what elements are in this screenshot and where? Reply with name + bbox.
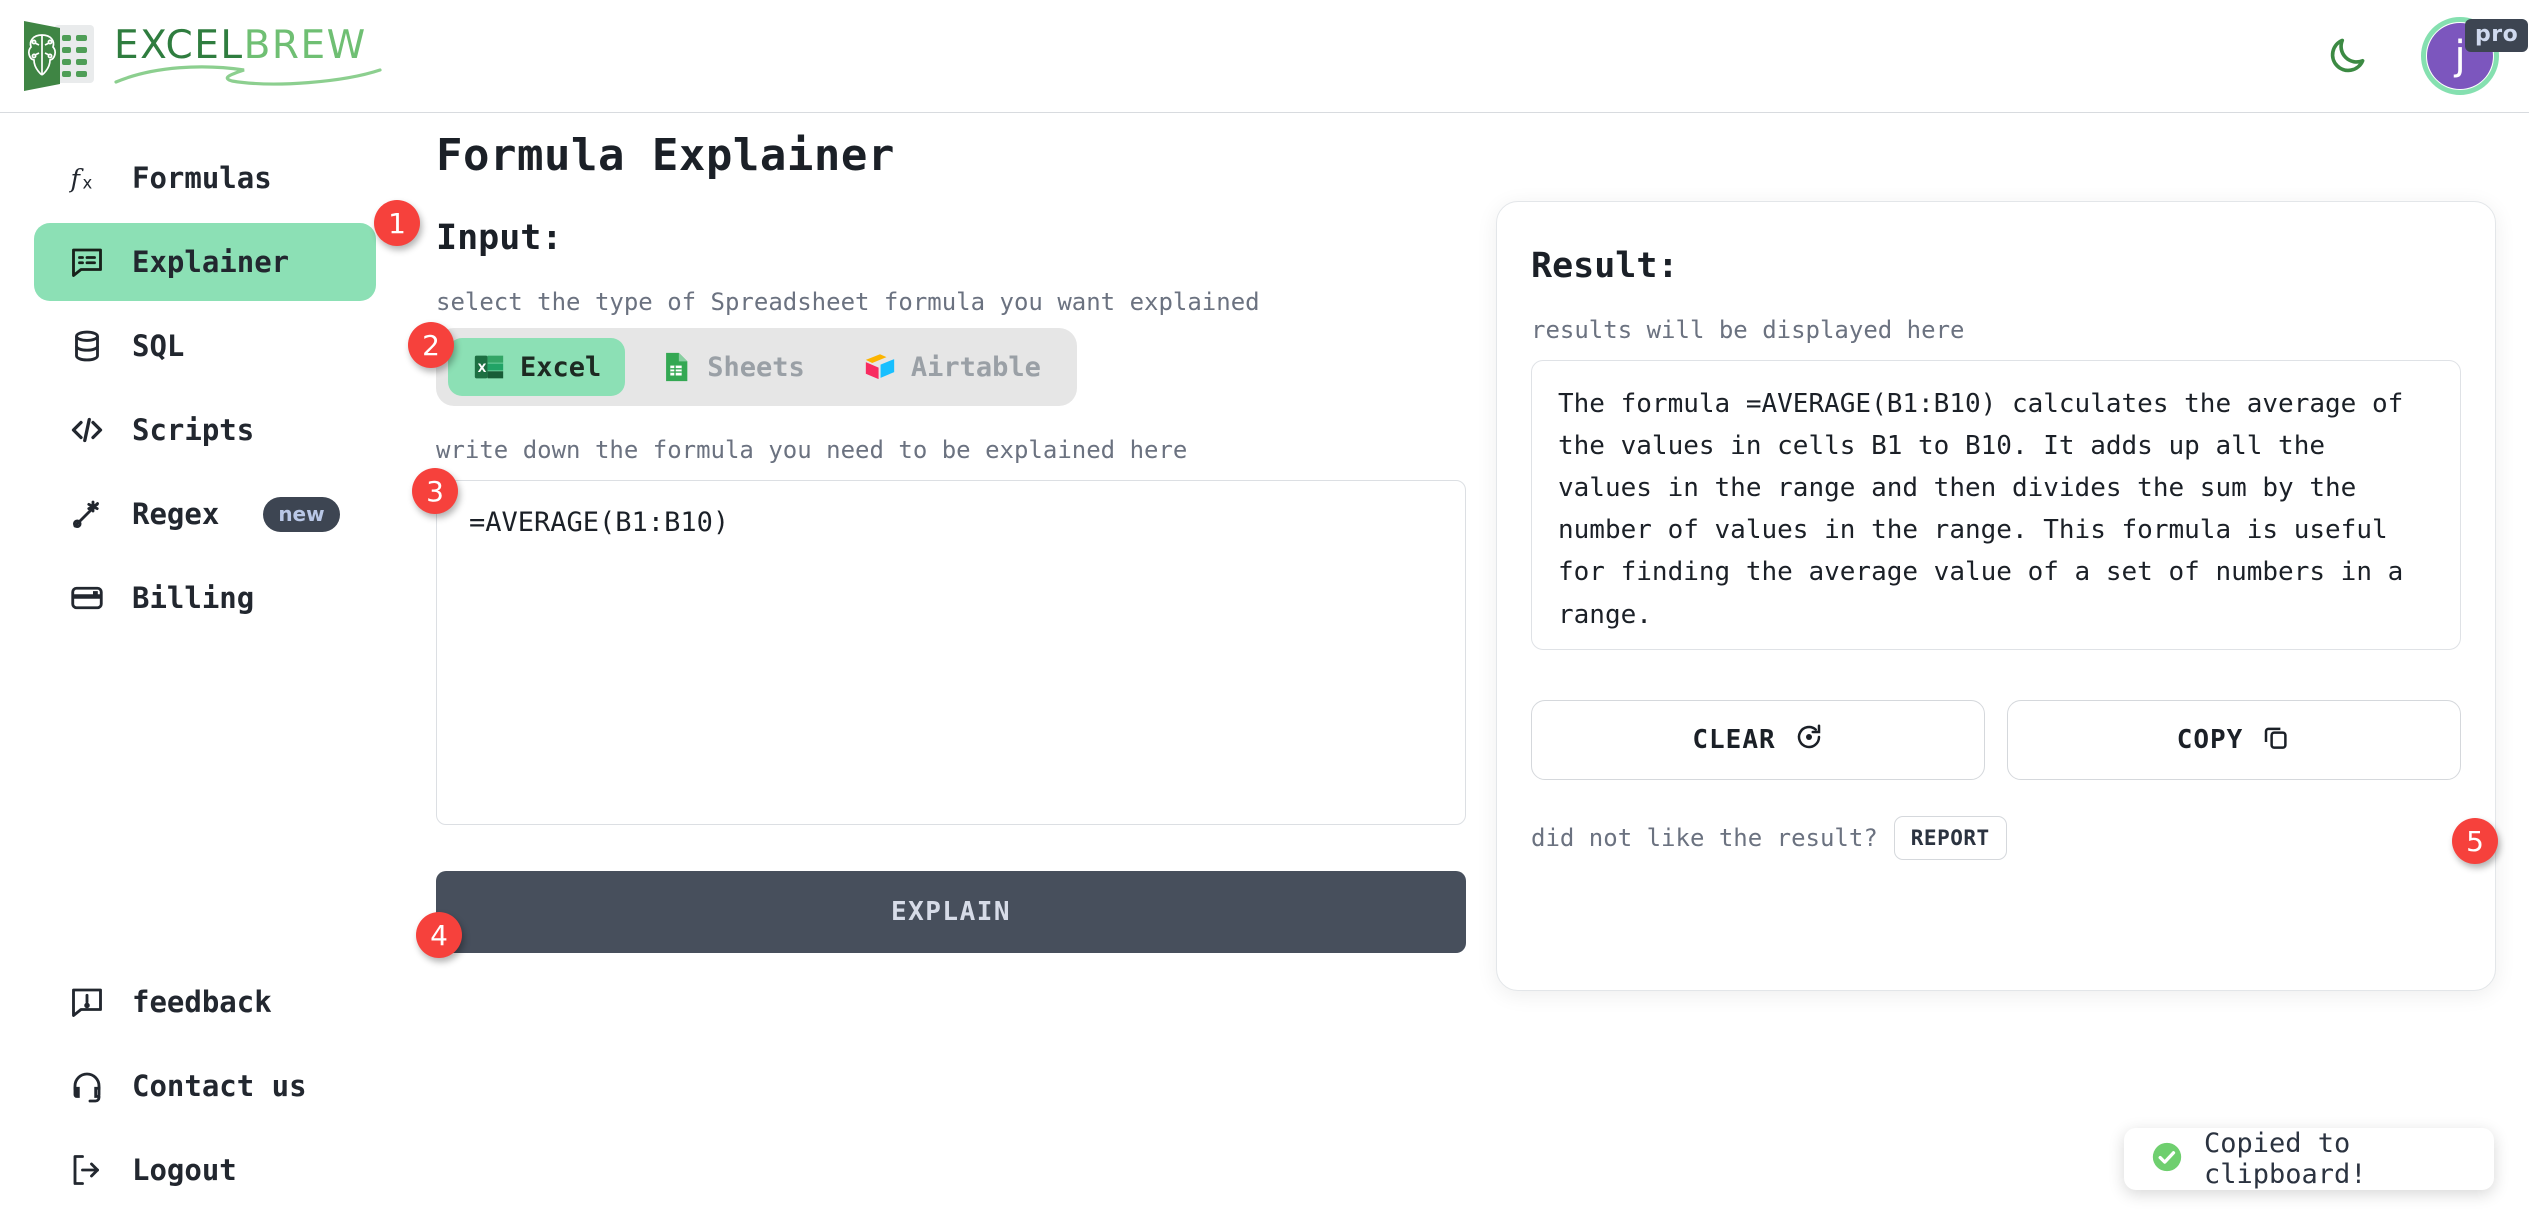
sidebar-item-feedback[interactable]: feedback bbox=[34, 963, 376, 1041]
pro-badge: pro bbox=[2465, 19, 2529, 52]
sidebar-item-formulas[interactable]: f x Formulas bbox=[34, 139, 376, 217]
formula-input-hint: write down the formula you need to be ex… bbox=[436, 436, 1188, 464]
main-content: Formula Explainer Input: select the type… bbox=[400, 113, 2529, 1208]
formula-input-value: =AVERAGE(B1:B10) bbox=[469, 507, 730, 538]
step-badge-2: 2 bbox=[408, 322, 454, 368]
check-circle-icon bbox=[2150, 1140, 2184, 1178]
step-badge-3: 3 bbox=[412, 468, 458, 514]
report-button[interactable]: REPORT bbox=[1893, 816, 2007, 860]
clear-button-label: CLEAR bbox=[1692, 725, 1776, 755]
brand-name-excel: EXCEL bbox=[114, 22, 244, 68]
regex-icon bbox=[68, 495, 106, 533]
airtable-icon bbox=[863, 350, 897, 384]
step-badge-1: 1 bbox=[374, 200, 420, 246]
copy-squares-icon bbox=[2261, 722, 2291, 759]
feedback-speech-icon bbox=[68, 983, 106, 1021]
brand-wordmark: EXCELBREW bbox=[114, 23, 384, 86]
step-badge-4: 4 bbox=[416, 912, 462, 958]
code-brackets-icon bbox=[68, 411, 106, 449]
page-title: Formula Explainer bbox=[436, 130, 895, 181]
type-option-excel[interactable]: X Excel bbox=[448, 338, 626, 396]
report-question: did not like the result? bbox=[1531, 824, 1878, 852]
sidebar-label-explainer: Explainer bbox=[132, 245, 290, 279]
speech-list-icon bbox=[68, 243, 106, 281]
header-actions: j pro bbox=[2319, 17, 2529, 95]
sidebar-label-billing: Billing bbox=[132, 581, 255, 615]
type-label-airtable: Airtable bbox=[910, 351, 1041, 383]
sidebar-label-contact-us: Contact us bbox=[132, 1069, 307, 1103]
credit-card-icon bbox=[68, 579, 106, 617]
user-avatar[interactable]: j pro bbox=[2421, 17, 2529, 95]
sidebar-item-logout[interactable]: Logout bbox=[34, 1131, 376, 1209]
database-icon bbox=[68, 327, 106, 365]
report-row: did not like the result? REPORT bbox=[1531, 816, 2463, 860]
result-output-text: The formula =AVERAGE(B1:B10) calculates … bbox=[1558, 389, 2404, 630]
copy-button[interactable]: COPY bbox=[2007, 700, 2461, 780]
result-panel: Result: results will be displayed here T… bbox=[1496, 201, 2496, 991]
reset-circular-arrow-icon bbox=[1794, 722, 1824, 759]
app-header: EXCELBREW j pro bbox=[0, 0, 2529, 113]
sidebar-label-formulas: Formulas bbox=[132, 161, 272, 195]
sidebar-label-regex: Regex bbox=[132, 497, 220, 531]
sidebar-item-regex[interactable]: Regex new bbox=[34, 475, 376, 553]
sidebar-item-sql[interactable]: SQL bbox=[34, 307, 376, 385]
type-option-airtable[interactable]: Airtable bbox=[839, 338, 1065, 396]
google-sheets-icon bbox=[659, 350, 693, 384]
type-label-sheets: Sheets bbox=[707, 351, 805, 383]
fx-icon: f x bbox=[68, 159, 106, 197]
spreadsheet-type-selector: X Excel Sheets Airtable bbox=[436, 328, 1077, 406]
svg-text:x: x bbox=[83, 174, 93, 193]
headset-icon bbox=[68, 1067, 106, 1105]
sidebar: f x Formulas Explainer SQL Scripts Regex… bbox=[0, 113, 400, 1208]
sidebar-bottom-group: feedback Contact us Logout bbox=[0, 963, 400, 1215]
svg-text:X: X bbox=[478, 361, 487, 375]
dark-mode-toggle-button[interactable] bbox=[2319, 28, 2375, 84]
sidebar-badge-new: new bbox=[263, 496, 340, 532]
sidebar-item-scripts[interactable]: Scripts bbox=[34, 391, 376, 469]
clear-button[interactable]: CLEAR bbox=[1531, 700, 1985, 780]
brand-logo[interactable]: EXCELBREW bbox=[18, 17, 384, 95]
moon-icon bbox=[2330, 38, 2365, 73]
explain-button[interactable]: EXPLAIN bbox=[436, 871, 1466, 953]
sidebar-label-feedback: feedback bbox=[132, 985, 272, 1019]
toast-message: Copied to clipboard! bbox=[2204, 1128, 2367, 1190]
input-heading: Input: bbox=[436, 218, 563, 258]
result-action-row: CLEAR COPY bbox=[1531, 700, 2463, 780]
logout-arrow-icon bbox=[68, 1151, 106, 1189]
copy-button-label: COPY bbox=[2176, 725, 2244, 755]
sidebar-item-billing[interactable]: Billing bbox=[34, 559, 376, 637]
result-heading: Result: bbox=[1531, 246, 1679, 286]
explain-button-label: EXPLAIN bbox=[890, 897, 1012, 927]
copy-toast: Copied to clipboard! bbox=[2124, 1128, 2494, 1190]
type-label-excel: Excel bbox=[520, 351, 602, 383]
result-output[interactable]: The formula =AVERAGE(B1:B10) calculates … bbox=[1531, 360, 2461, 650]
brand-name-brew: BREW bbox=[243, 22, 367, 68]
formula-input[interactable]: =AVERAGE(B1:B10) bbox=[436, 480, 1466, 825]
input-panel: Input: select the type of Spreadsheet fo… bbox=[436, 218, 1466, 953]
type-option-sheets[interactable]: Sheets bbox=[635, 338, 829, 396]
sidebar-label-logout: Logout bbox=[132, 1153, 237, 1187]
sidebar-label-scripts: Scripts bbox=[132, 413, 255, 447]
brain-spreadsheet-logo-icon bbox=[24, 21, 94, 91]
result-hint: results will be displayed here bbox=[1531, 316, 1965, 344]
sidebar-item-contact-us[interactable]: Contact us bbox=[34, 1047, 376, 1125]
excel-icon: X bbox=[472, 350, 506, 384]
input-type-hint: select the type of Spreadsheet formula y… bbox=[436, 288, 1260, 316]
sidebar-label-sql: SQL bbox=[132, 329, 185, 363]
step-badge-5: 5 bbox=[2452, 818, 2498, 864]
sidebar-item-explainer[interactable]: Explainer bbox=[34, 223, 376, 301]
